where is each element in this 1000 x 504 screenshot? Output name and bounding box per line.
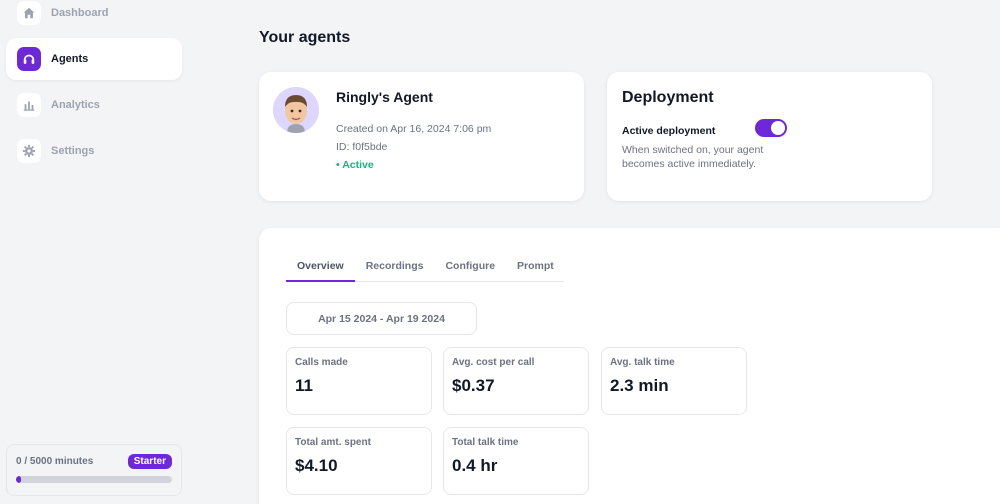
usage-progress-fill [16,476,21,483]
tab-configure[interactable]: Configure [434,253,506,282]
usage-minutes: 0 / 5000 minutes [16,456,94,467]
deployment-description: When switched on, your agent becomes act… [622,144,764,170]
stat-value: 0.4 hr [452,456,498,475]
date-range-picker[interactable]: Apr 15 2024 - Apr 19 2024 [286,302,477,335]
deployment-title: Deployment [622,89,714,106]
sidebar-item-label: Dashboard [51,7,109,19]
deployment-toggle[interactable] [755,119,787,137]
agent-created-date: Created on Apr 16, 2024 7:06 pm [336,123,492,135]
page-title: Your agents [259,29,351,46]
stat-value: $4.10 [295,456,338,475]
sidebar: Dashboard Agents Analytics Settings 0 / … [0,0,195,504]
sidebar-item-label: Settings [51,145,95,157]
deployment-card: Deployment Active deployment When switch… [607,72,932,201]
stat-avg-talk-time: Avg. talk time 2.3 min [601,347,747,415]
agent-card[interactable]: Ringly's Agent Created on Apr 16, 2024 7… [259,72,584,201]
sidebar-item-analytics[interactable]: Analytics [6,84,182,126]
bar-chart-icon [17,93,41,117]
stat-label: Avg. cost per call [452,357,535,368]
tab-recordings[interactable]: Recordings [355,253,435,282]
usage-progress-bar [16,476,172,483]
stat-label: Calls made [295,357,348,368]
avatar [273,87,319,133]
stat-label: Total talk time [452,437,519,448]
overview-panel: Overview Recordings Configure Prompt Apr… [259,228,1000,504]
tab-bar: Overview Recordings Configure Prompt [286,253,564,282]
sidebar-item-label: Analytics [51,99,100,111]
sidebar-item-agents[interactable]: Agents [6,38,182,80]
stat-total-talk-time: Total talk time 0.4 hr [443,427,589,495]
sidebar-item-label: Agents [51,53,89,65]
home-icon [17,1,41,25]
stat-value: 11 [295,376,313,395]
deployment-label: Active deployment [622,125,716,137]
stat-calls-made: Calls made 11 [286,347,432,415]
stat-avg-cost-per-call: Avg. cost per call $0.37 [443,347,589,415]
memoji-avatar-icon [273,87,319,133]
status-badge: • Active [336,159,374,171]
stat-value: 2.3 min [610,376,669,395]
agent-name: Ringly's Agent [336,89,433,105]
stat-label: Avg. talk time [610,357,675,368]
stat-label: Total amt. spent [295,437,371,448]
gear-icon [17,139,41,163]
plan-badge[interactable]: Starter [127,454,172,469]
stat-value: $0.37 [452,376,495,395]
usage-card: 0 / 5000 minutes Starter [6,444,182,496]
stat-total-amt-spent: Total amt. spent $4.10 [286,427,432,495]
agent-id: ID: f0f5bde [336,141,388,153]
sidebar-item-dashboard[interactable]: Dashboard [6,0,182,34]
tab-prompt[interactable]: Prompt [506,253,565,282]
toggle-knob [771,121,785,135]
headset-icon [17,47,41,71]
sidebar-item-settings[interactable]: Settings [6,130,182,172]
tab-overview[interactable]: Overview [286,253,355,282]
